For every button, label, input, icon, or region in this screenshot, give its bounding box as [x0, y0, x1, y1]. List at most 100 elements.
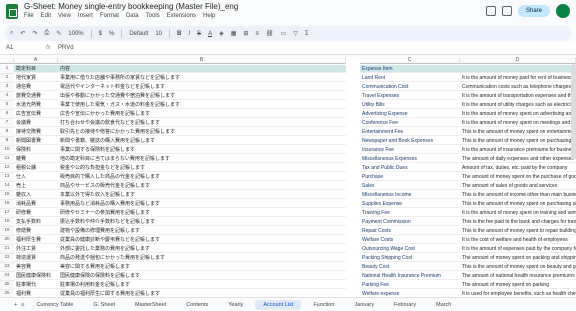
cell-a[interactable]: 仕入	[14, 173, 58, 181]
cell-c[interactable]: Utility Bills	[360, 101, 460, 109]
name-box[interactable]: A1	[6, 45, 13, 51]
comment-icon[interactable]	[501, 6, 512, 16]
cell-c[interactable]: Parking Fee	[360, 281, 460, 289]
cell-c[interactable]: Training Fee	[360, 209, 460, 217]
cell-b[interactable]: 出張や移動にかかった交通費や宿泊費を記帳します	[58, 92, 346, 100]
cell-c[interactable]: Tax and Public Dues	[360, 164, 460, 172]
cell-b[interactable]: 国民健康保険の保険料を記帳します	[58, 272, 346, 280]
cell-b[interactable]: 税金や公的な負担金などを記帳します	[58, 164, 346, 172]
cell-d[interactable]: The amount of sales of goods and service…	[460, 182, 576, 190]
cell-d[interactable]: It is the amount of money paid for rent …	[460, 74, 576, 82]
sheet-tab[interactable]: January	[346, 300, 382, 310]
spreadsheet-grid[interactable]: A B C D 1 勘定科目 内容 Expense Item 2 地代家賃 事業用に借りた店…	[0, 57, 576, 297]
cell-a[interactable]: 広告宣伝費	[14, 110, 58, 118]
document-title[interactable]: G-Sheet: Money single-entry bookkeeping …	[24, 2, 238, 11]
row-number[interactable]: 2	[0, 74, 14, 83]
cell-b[interactable]: 他の勘定科目に当てはまらない費用を記帳します	[58, 155, 346, 163]
cell-a[interactable]: 租税公課	[14, 164, 58, 172]
row-number[interactable]: 23	[0, 263, 14, 272]
cell-c[interactable]: Communication Cost	[360, 83, 460, 91]
cell-c[interactable]: Beauty Cost	[360, 263, 460, 271]
menu-data[interactable]: Data	[126, 13, 139, 19]
row-number[interactable]: 25	[0, 281, 14, 290]
cell-d[interactable]	[460, 65, 576, 73]
menu-tools[interactable]: Tools	[146, 13, 160, 19]
cell-c[interactable]: Purchase	[360, 173, 460, 181]
cell-b[interactable]: 事業に関する保険料を記帳します	[58, 146, 346, 154]
cell-c[interactable]: Entertainment Fee	[360, 128, 460, 136]
cell-d[interactable]: It is the amount of transportation expen…	[460, 92, 576, 100]
cell-d[interactable]: This is the amount of money spent on pur…	[460, 137, 576, 145]
column-header-d[interactable]: D	[460, 57, 576, 64]
history-icon[interactable]	[485, 6, 496, 16]
cell-c[interactable]: Packing Shipping Cost	[360, 254, 460, 262]
cell-c[interactable]: Supplies Expense	[360, 200, 460, 208]
merge-icon[interactable]: ⊞	[243, 30, 248, 37]
cell-a[interactable]: 美容費	[14, 263, 58, 271]
cell-d[interactable]: This is the amount of money spent on pur…	[460, 200, 576, 208]
cell-c[interactable]: National Health Insurance Premium	[360, 272, 460, 280]
cell-c[interactable]: Insurance Fee	[360, 146, 460, 154]
cell-a[interactable]: 研修費	[14, 209, 58, 217]
cell-a[interactable]: 新聞図書費	[14, 137, 58, 145]
cell-c[interactable]: Miscellaneous Income	[360, 191, 460, 199]
sheet-tab[interactable]: Yearly	[220, 300, 251, 310]
cell-b[interactable]: 外部に委託した業務の費用を記帳します	[58, 245, 346, 253]
cell-b[interactable]: 従業員の福利厚生に関する費用を記帳します	[58, 290, 346, 297]
functions-icon[interactable]: Σ	[305, 31, 309, 37]
cell-a[interactable]: 福利費	[14, 290, 58, 297]
cell-d[interactable]: This is the amount of money spent to rep…	[460, 227, 576, 235]
sheet-tab[interactable]: March	[428, 300, 459, 310]
cell-d[interactable]: It is the amount of expenses paid by the…	[460, 245, 576, 253]
cell-b[interactable]: 商品の発送や梱包にかかった費用を記帳します	[58, 254, 346, 262]
cell-b[interactable]: 電話代やインターネット料金などを記帳します	[58, 83, 346, 91]
cell-c[interactable]: Expense Item	[360, 65, 460, 73]
cell-b[interactable]: 美容に関する費用を記帳します	[58, 263, 346, 271]
borders-icon[interactable]: ▦	[231, 30, 237, 37]
cell-b[interactable]: 新聞や書籍、雑誌の購入費用を記帳します	[58, 137, 346, 145]
cell-d[interactable]: This is the fee paid to the bank and cha…	[460, 218, 576, 226]
row-number[interactable]: 9	[0, 137, 14, 146]
menu-format[interactable]: Format	[100, 13, 119, 19]
sheet-tab[interactable]: Function	[305, 300, 342, 310]
currency-format-icon[interactable]: $	[99, 31, 102, 37]
column-header-a[interactable]: A	[14, 57, 58, 64]
formula-input[interactable]: PRVd	[58, 45, 74, 51]
sheet-tab[interactable]: Account List	[255, 299, 302, 310]
cell-a[interactable]: 支払手数料	[14, 218, 58, 226]
cell-b[interactable]: 駐車場の利用料金を記帳します	[58, 281, 346, 289]
align-icon[interactable]: ≡	[255, 31, 259, 37]
all-sheets-icon[interactable]: ≡	[21, 302, 24, 308]
row-number[interactable]: 12	[0, 164, 14, 173]
row-number[interactable]: 4	[0, 92, 14, 101]
row-number[interactable]: 8	[0, 128, 14, 137]
cell-a[interactable]: 旅費交通費	[14, 92, 58, 100]
row-number[interactable]: 3	[0, 83, 14, 92]
cell-d[interactable]: The amount of money spent on parking	[460, 281, 576, 289]
cell-b[interactable]: 従業員の健康診断や慶弔費などを記帳します	[58, 236, 346, 244]
comment-add-icon[interactable]: ▭	[281, 30, 287, 37]
undo-icon[interactable]: ↶	[20, 30, 25, 37]
cell-d[interactable]: It is the cost of welfare and health of …	[460, 236, 576, 244]
text-color-icon[interactable]: A	[208, 31, 212, 37]
italic-icon[interactable]: I	[188, 31, 190, 37]
row-number[interactable]: 17	[0, 209, 14, 218]
row-number[interactable]: 16	[0, 200, 14, 209]
cell-c[interactable]: Advertising Expense	[360, 110, 460, 118]
cell-b[interactable]: 取引先との接待や贈答にかかった費用を記帳します	[58, 128, 346, 136]
cell-d[interactable]: It is the amount of money spent on adver…	[460, 110, 576, 118]
avatar[interactable]	[556, 4, 570, 18]
sheet-tab[interactable]: February	[386, 300, 424, 310]
column-header-b[interactable]: B	[58, 57, 346, 64]
filter-icon[interactable]: ▽	[293, 30, 298, 37]
cell-a[interactable]: 通信費	[14, 83, 58, 91]
cell-a[interactable]: 国民健康保険料	[14, 272, 58, 280]
cell-a[interactable]: 勘定科目	[14, 65, 58, 73]
cell-b[interactable]: 研修やセミナーの参加費用を記帳します	[58, 209, 346, 217]
cell-b[interactable]: 打ち合わせや会議の飲食代などを記帳します	[58, 119, 346, 127]
cell-d[interactable]: It is the amount of insurance premiums f…	[460, 146, 576, 154]
cell-a[interactable]: 会議費	[14, 119, 58, 127]
bold-icon[interactable]: B	[177, 31, 181, 37]
menu-extensions[interactable]: Extensions	[167, 13, 196, 19]
sheets-logo-icon[interactable]	[6, 4, 18, 19]
